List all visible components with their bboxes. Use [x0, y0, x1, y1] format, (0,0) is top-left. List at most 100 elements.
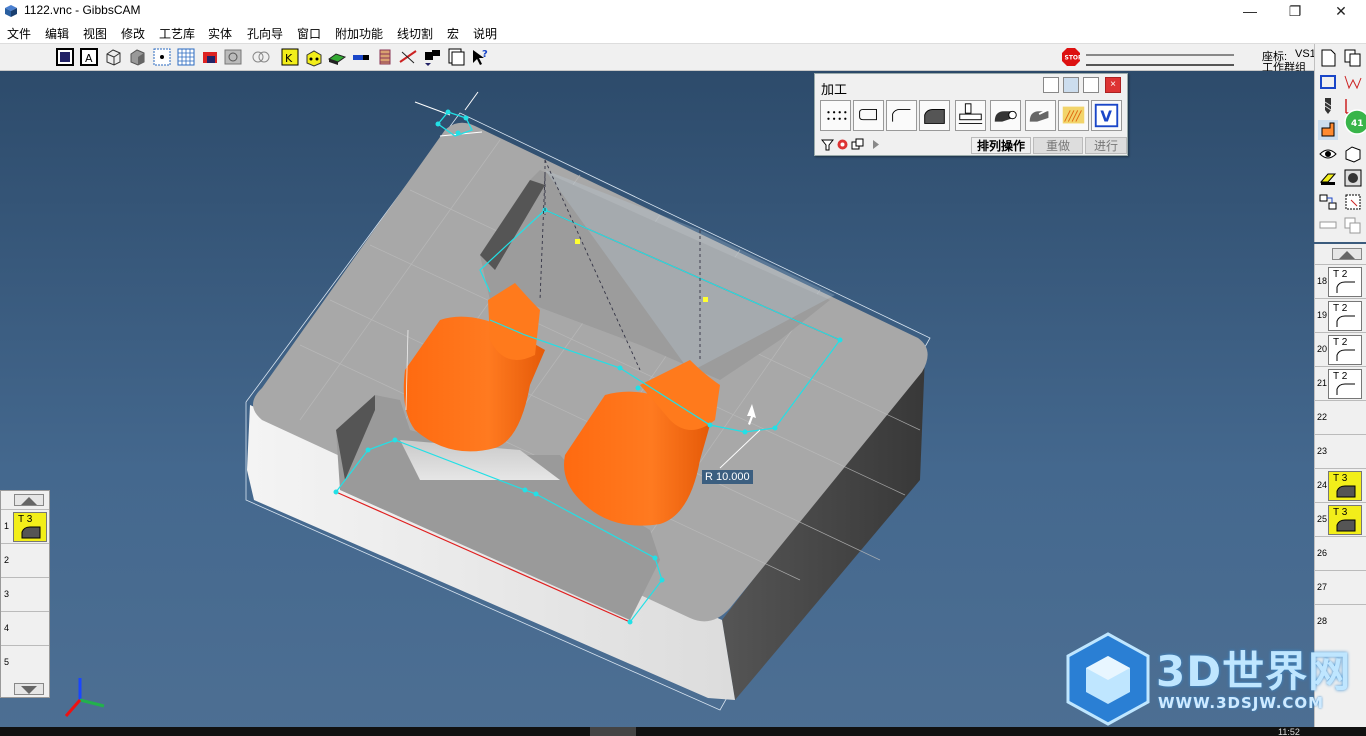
palette-restore-button[interactable] [1043, 77, 1059, 93]
flow-icon[interactable] [1318, 192, 1338, 212]
windows-icon[interactable] [446, 47, 466, 67]
left-list-scroll-down[interactable] [14, 683, 44, 695]
select-point-icon[interactable] [152, 47, 172, 67]
op-slot-24[interactable]: 24 T 3 [1315, 468, 1366, 502]
op-card-25[interactable]: T 3 [1328, 505, 1362, 535]
maximize-button[interactable]: ❐ [1283, 2, 1307, 20]
thread-icon[interactable] [990, 100, 1021, 131]
palette-minimize-button[interactable] [1083, 77, 1099, 93]
multi-sheet-icon[interactable] [1343, 216, 1363, 236]
text-frame-icon[interactable]: A [79, 47, 99, 67]
profile-icon[interactable] [886, 100, 917, 131]
surface-mill-icon[interactable] [1025, 100, 1056, 131]
menu-wire-edm[interactable]: 线切割 [397, 25, 433, 42]
multi-surface-icon[interactable] [1058, 100, 1089, 131]
eye-view-icon[interactable] [1318, 144, 1338, 164]
contour-icon[interactable] [853, 100, 884, 131]
op-slot-20[interactable]: 20 T 2 [1315, 332, 1366, 366]
step-counter-icon[interactable]: 41 [1341, 108, 1366, 136]
op-card-18[interactable]: T 2 [1328, 267, 1362, 297]
surface-icon[interactable] [223, 47, 243, 67]
toolpath-chart-icon[interactable] [1343, 72, 1363, 92]
vericut-icon[interactable]: V [1091, 100, 1122, 131]
menu-plugins[interactable]: 附加功能 [335, 25, 383, 42]
flow-select-icon[interactable] [1343, 192, 1363, 212]
menu-solid[interactable]: 实体 [208, 25, 232, 42]
contour-op-icon [1336, 281, 1355, 293]
watermark-cube-logo [1066, 632, 1150, 726]
op-card-21[interactable]: T 2 [1328, 369, 1362, 399]
stop-icon[interactable]: STOP [1062, 48, 1080, 66]
menu-hole-wizard[interactable]: 孔向导 [247, 25, 283, 42]
op-card-24[interactable]: T 3 [1328, 471, 1362, 501]
palette-mode-button[interactable] [1063, 77, 1079, 93]
op-slot-21[interactable]: 21 T 2 [1315, 366, 1366, 400]
op-card-20[interactable]: T 2 [1328, 335, 1362, 365]
key-view-icon[interactable]: K [280, 47, 300, 67]
face-mill-icon[interactable] [955, 100, 986, 131]
menu-help[interactable]: 说明 [473, 25, 497, 42]
copy-doc-icon[interactable] [1343, 48, 1363, 68]
menu-edit[interactable]: 编辑 [45, 25, 69, 42]
op-slot-27[interactable]: 27 [1315, 570, 1366, 604]
shaded-view-icon[interactable] [127, 47, 147, 67]
line-tool-icon[interactable] [398, 47, 418, 67]
tool-icon[interactable] [836, 138, 849, 151]
taskbar-active-app[interactable] [590, 727, 636, 736]
stock-icon[interactable] [200, 47, 220, 67]
tab-redo[interactable]: 重做 [1033, 137, 1083, 154]
close-button[interactable]: ✕ [1329, 2, 1353, 20]
menu-modify[interactable]: 修改 [121, 25, 145, 42]
watermark-url: WWW.3DSJW.COM [1158, 694, 1325, 712]
eraser-icon[interactable] [1318, 168, 1338, 188]
left-op-card-1[interactable]: T 3 [13, 512, 47, 542]
green-plane-icon[interactable] [327, 47, 347, 67]
wireframe-view-icon[interactable] [103, 47, 123, 67]
yellow-cube-icon[interactable] [304, 47, 324, 67]
menu-macro[interactable]: 宏 [447, 25, 459, 42]
palette-close-button[interactable]: × [1105, 77, 1121, 93]
left-op-slot-3[interactable]: 3 [1, 577, 49, 611]
tab-arrange-ops[interactable]: 排列操作 [971, 137, 1031, 154]
expand-arrow-icon[interactable] [869, 138, 882, 151]
help-cursor-icon[interactable]: ? [470, 47, 490, 67]
arrange-icon[interactable] [422, 47, 442, 67]
geometry-frame-icon[interactable] [55, 47, 75, 67]
left-op-slot-2[interactable]: 2 [1, 543, 49, 577]
svg-text:V: V [1100, 108, 1112, 126]
part-view-icon[interactable] [1343, 168, 1363, 188]
pocket-icon[interactable] [919, 100, 950, 131]
op-slot-26[interactable]: 26 [1315, 536, 1366, 570]
left-op-slot-5[interactable]: 5 [1, 645, 49, 679]
op-slot-19[interactable]: 19 T 2 [1315, 298, 1366, 332]
menu-process-library[interactable]: 工艺库 [159, 25, 195, 42]
op-card-19[interactable]: T 2 [1328, 301, 1362, 331]
rectangle-select-icon[interactable] [1318, 72, 1338, 92]
pocket-op-icon [21, 526, 41, 539]
process-icon[interactable] [1318, 120, 1338, 140]
filter-icon[interactable] [821, 138, 834, 151]
menu-file[interactable]: 文件 [7, 25, 31, 42]
blue-bar-icon[interactable] [351, 47, 371, 67]
menu-window[interactable]: 窗口 [297, 25, 321, 42]
drill-points-icon[interactable] [820, 100, 851, 131]
copy-ops-icon[interactable] [851, 138, 864, 151]
op-slot-23[interactable]: 23 [1315, 434, 1366, 468]
new-doc-icon[interactable] [1318, 48, 1338, 68]
op-slot-25[interactable]: 25 T 3 [1315, 502, 1366, 536]
menu-view[interactable]: 视图 [83, 25, 107, 42]
left-op-slot-1[interactable]: 1T 3 [1, 509, 49, 543]
left-list-scroll-up[interactable] [14, 494, 44, 506]
box-icon[interactable] [1343, 144, 1363, 164]
end-mill-icon[interactable] [1318, 96, 1338, 116]
minimize-button[interactable]: — [1238, 2, 1262, 20]
toggle-circles-icon[interactable] [251, 47, 271, 67]
tab-run[interactable]: 进行 [1085, 137, 1127, 154]
op-slot-22[interactable]: 22 [1315, 400, 1366, 434]
op-list-scroll-up[interactable] [1332, 248, 1362, 260]
grid-icon[interactable] [176, 47, 196, 67]
sheet-icon[interactable] [1318, 216, 1338, 236]
op-slot-18[interactable]: 18 T 2 [1315, 264, 1366, 298]
left-op-slot-4[interactable]: 4 [1, 611, 49, 645]
stack-icon[interactable] [375, 47, 395, 67]
